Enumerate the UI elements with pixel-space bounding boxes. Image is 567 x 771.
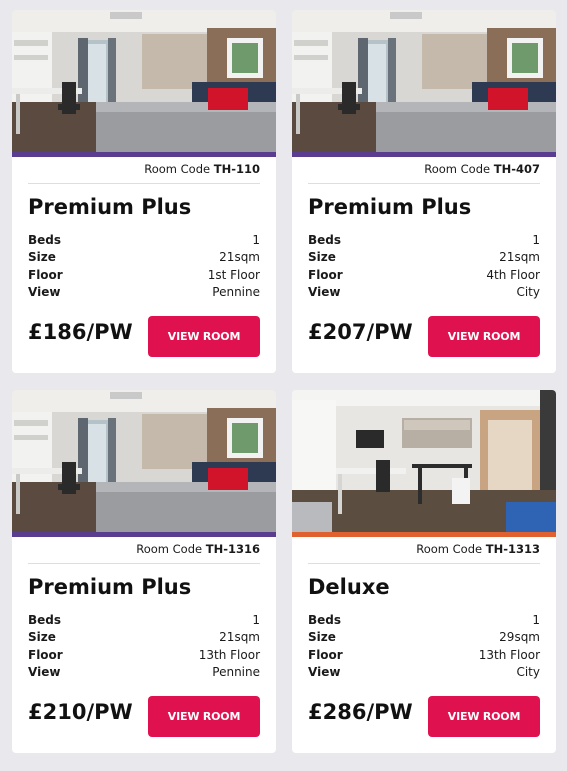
spec-beds: Beds 1: [28, 613, 260, 627]
room-title: Deluxe: [308, 575, 390, 599]
room-card: Room Code TH-407 Premium Plus Beds 1 Size…: [292, 10, 556, 373]
divider: [308, 183, 540, 184]
room-specs: Beds 1 Size 29sqm Floor 13th Floor View City: [308, 612, 540, 681]
spec-beds: Beds 1: [28, 233, 260, 247]
divider: [28, 563, 260, 564]
spec-view: View Pennine: [28, 664, 260, 679]
room-card: Room Code TH-1313 Deluxe Beds 1 Size 29sqm…: [292, 390, 556, 753]
room-photo: [12, 10, 276, 152]
spec-floor: Floor 13th Floor: [28, 647, 260, 662]
divider: [28, 183, 260, 184]
room-photo: [292, 390, 556, 532]
room-price: £207/PW: [308, 320, 413, 344]
divider: [308, 563, 540, 564]
spec-view: View Pennine: [28, 284, 260, 299]
spec-view: View City: [308, 284, 540, 299]
accent-stripe: [292, 152, 556, 157]
room-card: Room Code TH-110 Premium Plus Beds 1 Size…: [12, 10, 276, 373]
room-code: Room Code TH-1313: [416, 542, 540, 556]
room-price: £286/PW: [308, 700, 413, 724]
room-title: Premium Plus: [28, 195, 192, 219]
spec-size: Size 21sqm: [28, 250, 260, 265]
spec-floor: Floor 1st Floor: [28, 267, 260, 282]
spec-beds: Beds 1: [308, 233, 540, 247]
room-specs: Beds 1 Size 21sqm Floor 13th Floor View Penn…: [28, 612, 260, 681]
room-code: Room Code TH-110: [144, 162, 260, 176]
room-card: Room Code TH-1316 Premium Plus Beds 1 Siz…: [12, 390, 276, 753]
spec-size: Size 21sqm: [28, 630, 260, 645]
spec-view: View City: [308, 664, 540, 679]
view-room-button[interactable]: VIEW ROOM: [428, 316, 540, 357]
room-grid: Room Code TH-110 Premium Plus Beds 1 Size…: [0, 0, 567, 771]
room-title: Premium Plus: [28, 575, 192, 599]
room-specs: Beds 1 Size 21sqm Floor 1st Floor View Penni…: [28, 232, 260, 301]
accent-stripe: [12, 532, 276, 537]
accent-stripe: [292, 532, 556, 537]
accent-stripe: [12, 152, 276, 157]
spec-size: Size 29sqm: [308, 630, 540, 645]
spec-size: Size 21sqm: [308, 250, 540, 265]
view-room-button[interactable]: VIEW ROOM: [148, 316, 260, 357]
room-code: Room Code TH-407: [424, 162, 540, 176]
room-photo: [292, 10, 556, 152]
room-photo: [12, 390, 276, 532]
room-code: Room Code TH-1316: [136, 542, 260, 556]
view-room-button[interactable]: VIEW ROOM: [428, 696, 540, 737]
view-room-button[interactable]: VIEW ROOM: [148, 696, 260, 737]
spec-floor: Floor 13th Floor: [308, 647, 540, 662]
room-specs: Beds 1 Size 21sqm Floor 4th Floor View City: [308, 232, 540, 301]
spec-beds: Beds 1: [308, 613, 540, 627]
room-price: £210/PW: [28, 700, 133, 724]
room-price: £186/PW: [28, 320, 133, 344]
spec-floor: Floor 4th Floor: [308, 267, 540, 282]
room-title: Premium Plus: [308, 195, 472, 219]
